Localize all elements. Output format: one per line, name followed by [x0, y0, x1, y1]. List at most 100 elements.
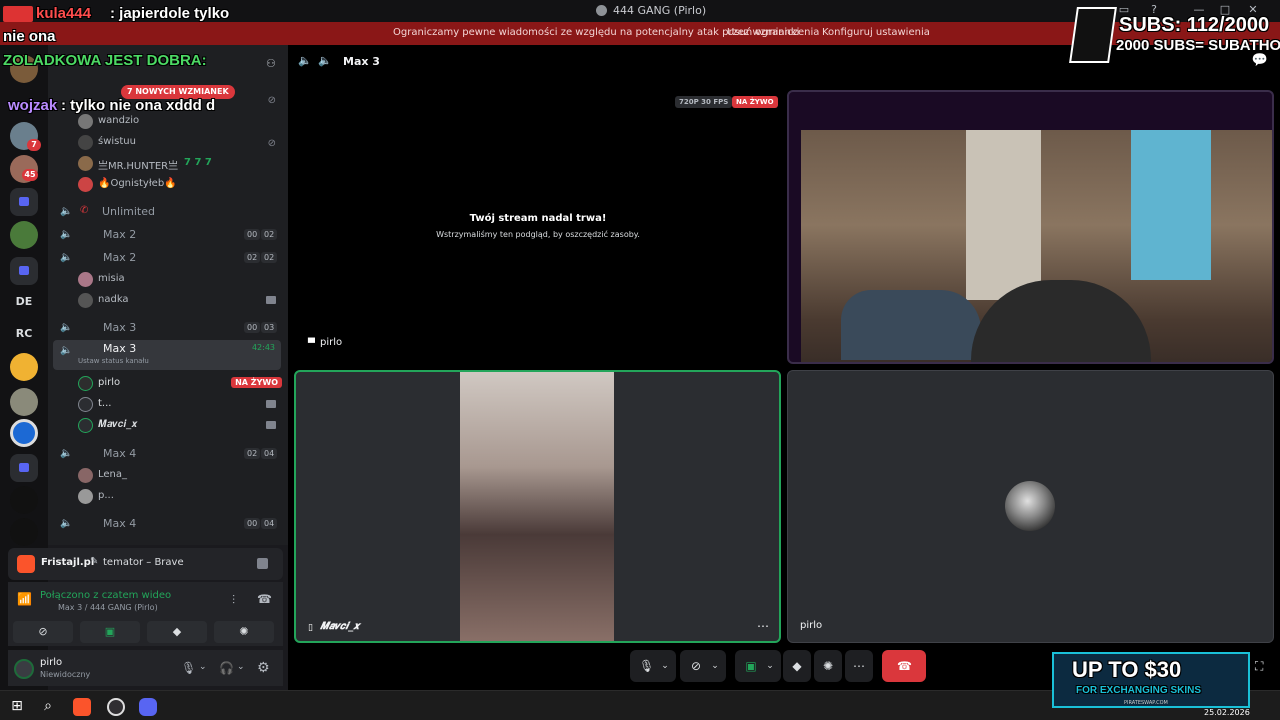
- chat-message: : japierdole tylko: [110, 5, 230, 22]
- webcam-tile[interactable]: [787, 90, 1274, 364]
- screenshare-control[interactable]: ▣ ⌄: [735, 650, 781, 682]
- search-icon[interactable]: ⌕: [39, 698, 57, 716]
- microphone-control[interactable]: 🎙 ⌄: [630, 650, 676, 682]
- voice-user[interactable]: t...: [48, 394, 288, 415]
- folder-icon[interactable]: [10, 454, 38, 482]
- configure-settings-link[interactable]: Konfiguruj ustawienia: [822, 27, 930, 38]
- voice-user[interactable]: 🔥Ognistyłeb🔥: [48, 174, 288, 195]
- discord-icon[interactable]: [139, 698, 157, 716]
- participant-tile[interactable]: pirlo: [787, 370, 1274, 643]
- folder-icon[interactable]: [10, 257, 38, 285]
- chevron-down-icon[interactable]: ⌄: [199, 662, 207, 672]
- phone-icon: ▯: [308, 623, 313, 633]
- emoji-server-icon[interactable]: [10, 353, 38, 381]
- voice-user[interactable]: misia: [48, 269, 288, 290]
- voice-user[interactable]: nadka: [48, 290, 288, 311]
- speaker-icon: 🔈: [60, 448, 73, 459]
- voice-channel-active[interactable]: 🔈 Max 3 42:43 Ustaw status kanału: [53, 340, 281, 370]
- voice-user[interactable]: 亗MR.HUNTER亗 7 7 7: [48, 153, 288, 174]
- voice-channel[interactable]: 🔈 Max 3 00 03: [48, 317, 288, 339]
- more-control[interactable]: ⋯: [845, 650, 873, 682]
- clothes-pile: [841, 290, 981, 360]
- phone-icon: ✆: [80, 205, 89, 216]
- bmw-server-icon[interactable]: [10, 419, 38, 447]
- server-icon-6[interactable]: [10, 486, 38, 514]
- voice-user[interactable]: świstuu: [48, 132, 288, 153]
- soundboard-control[interactable]: ✺: [814, 650, 842, 682]
- fullscreen-icon[interactable]: ⛶: [1255, 659, 1263, 674]
- voice-user[interactable]: pirlo NA ŻYWO: [48, 373, 288, 394]
- shirt-shape: [1131, 130, 1211, 280]
- channel-status[interactable]: Ustaw status kanału: [78, 357, 149, 365]
- door-shape: [966, 130, 1041, 300]
- voice-connection-panel: 📶 Połączono z czatem wideo Max 3 / 444 G…: [8, 582, 283, 646]
- brave-icon: [17, 555, 35, 573]
- remove-restrictions-link[interactable]: Usuń ograniczenia: [727, 27, 819, 38]
- screenshare-button[interactable]: ▣: [80, 621, 140, 643]
- voice-channel[interactable]: 🔈 Max 2 00 02: [48, 224, 288, 246]
- speaker-icon: 🔈: [60, 229, 73, 240]
- windows-start-icon[interactable]: ⊞: [8, 698, 26, 716]
- voice-user[interactable]: wandzio: [48, 111, 288, 132]
- speaker-icon: 🔈: [60, 252, 73, 263]
- ad-headline: UP TO $30: [1072, 657, 1182, 682]
- username[interactable]: pirlo: [40, 657, 62, 668]
- more-options-icon[interactable]: ⋯: [757, 619, 769, 633]
- camera-control[interactable]: ⊘ ⌄: [680, 650, 726, 682]
- folder-icon[interactable]: [10, 188, 38, 216]
- disconnect-button[interactable]: ☎: [882, 650, 926, 682]
- speaker-icon: 🔈: [318, 54, 332, 67]
- quality-badge: 720P 30 FPS: [675, 96, 733, 108]
- activities-button[interactable]: ◆: [147, 621, 207, 643]
- gear-icon[interactable]: ⚙: [257, 660, 270, 676]
- screenshare-icon: ▣: [745, 659, 757, 673]
- chat-message: nie ona: [3, 28, 56, 45]
- participant-video: [460, 372, 614, 641]
- activities-control[interactable]: ◆: [783, 650, 811, 682]
- brave-icon[interactable]: [73, 698, 91, 716]
- server-de[interactable]: DE: [8, 295, 40, 308]
- voice-user[interactable]: p...: [48, 486, 288, 507]
- user-panel: pirlo Niewidoczny 🎙 ⌄ 🎧 ⌄ ⚙: [8, 650, 283, 686]
- avatar[interactable]: [14, 659, 34, 679]
- obs-icon[interactable]: [107, 698, 125, 716]
- server-icon-4[interactable]: [10, 221, 38, 249]
- voice-channel[interactable]: 🔈 Max 4 00 04: [48, 513, 288, 535]
- headphones-icon[interactable]: 🎧: [219, 661, 234, 675]
- close-activity-icon[interactable]: [257, 558, 268, 569]
- voice-user[interactable]: Lena_: [48, 465, 288, 486]
- server-icon-5[interactable]: [10, 388, 38, 416]
- speaker-icon: 🔈: [60, 206, 73, 217]
- voice-channel[interactable]: 🔈 Max 4 02 04: [48, 443, 288, 465]
- microphone-icon[interactable]: 🎙: [181, 661, 196, 675]
- server-badge: 45: [22, 169, 38, 181]
- chat-icon[interactable]: 💬: [1252, 53, 1268, 68]
- soundwave-icon[interactable]: ⫶: [232, 593, 235, 608]
- activity-app: Fristajl.pl: [41, 557, 95, 568]
- live-badge: NA ŻYWO: [732, 96, 778, 108]
- voice-channel[interactable]: 🔈 ✆ Unlimited: [48, 201, 288, 223]
- voice-user[interactable]: 𝑴𝒂𝒗𝒄𝒊_𝒙: [48, 415, 288, 436]
- call-channel-name: Max 3: [343, 55, 380, 68]
- server-icon-7[interactable]: [10, 518, 38, 546]
- server-rc[interactable]: RC: [8, 327, 40, 340]
- soundboard-button[interactable]: ✺: [214, 621, 274, 643]
- participant-tile[interactable]: ▯ 𝑴𝒂𝒗𝒄𝒊_𝒙 ⋯: [294, 370, 781, 643]
- speaker-icon: 🔈: [60, 322, 73, 333]
- chevron-down-icon[interactable]: ⌄: [237, 662, 245, 672]
- disconnect-icon[interactable]: ☎: [257, 592, 272, 606]
- voice-channel-path[interactable]: Max 3 / 444 GANG (Pirlo): [58, 603, 158, 612]
- voice-channel[interactable]: 🔈 Max 2 02 02: [48, 247, 288, 269]
- invite-icon[interactable]: ⚇: [266, 57, 278, 70]
- camera-off-button[interactable]: ⊘: [13, 621, 73, 643]
- camera-icon: [266, 421, 276, 429]
- stream-tile[interactable]: 720P 30 FPS NA ŻYWO Twój stream nadal tr…: [294, 93, 782, 363]
- pencil-icon: ✎: [90, 556, 99, 567]
- more-options-icon: ⋯: [853, 659, 865, 673]
- streamer-logo: [1069, 7, 1117, 63]
- voice-status[interactable]: Połączono z czatem wideo: [40, 590, 171, 601]
- microphone-icon: 🎙: [639, 659, 655, 673]
- chat-username: kula444: [36, 5, 92, 22]
- activity-panel[interactable]: Fristajl.pl ✎ temator – Brave: [8, 548, 283, 580]
- speaker-icon: 🔈: [60, 518, 73, 529]
